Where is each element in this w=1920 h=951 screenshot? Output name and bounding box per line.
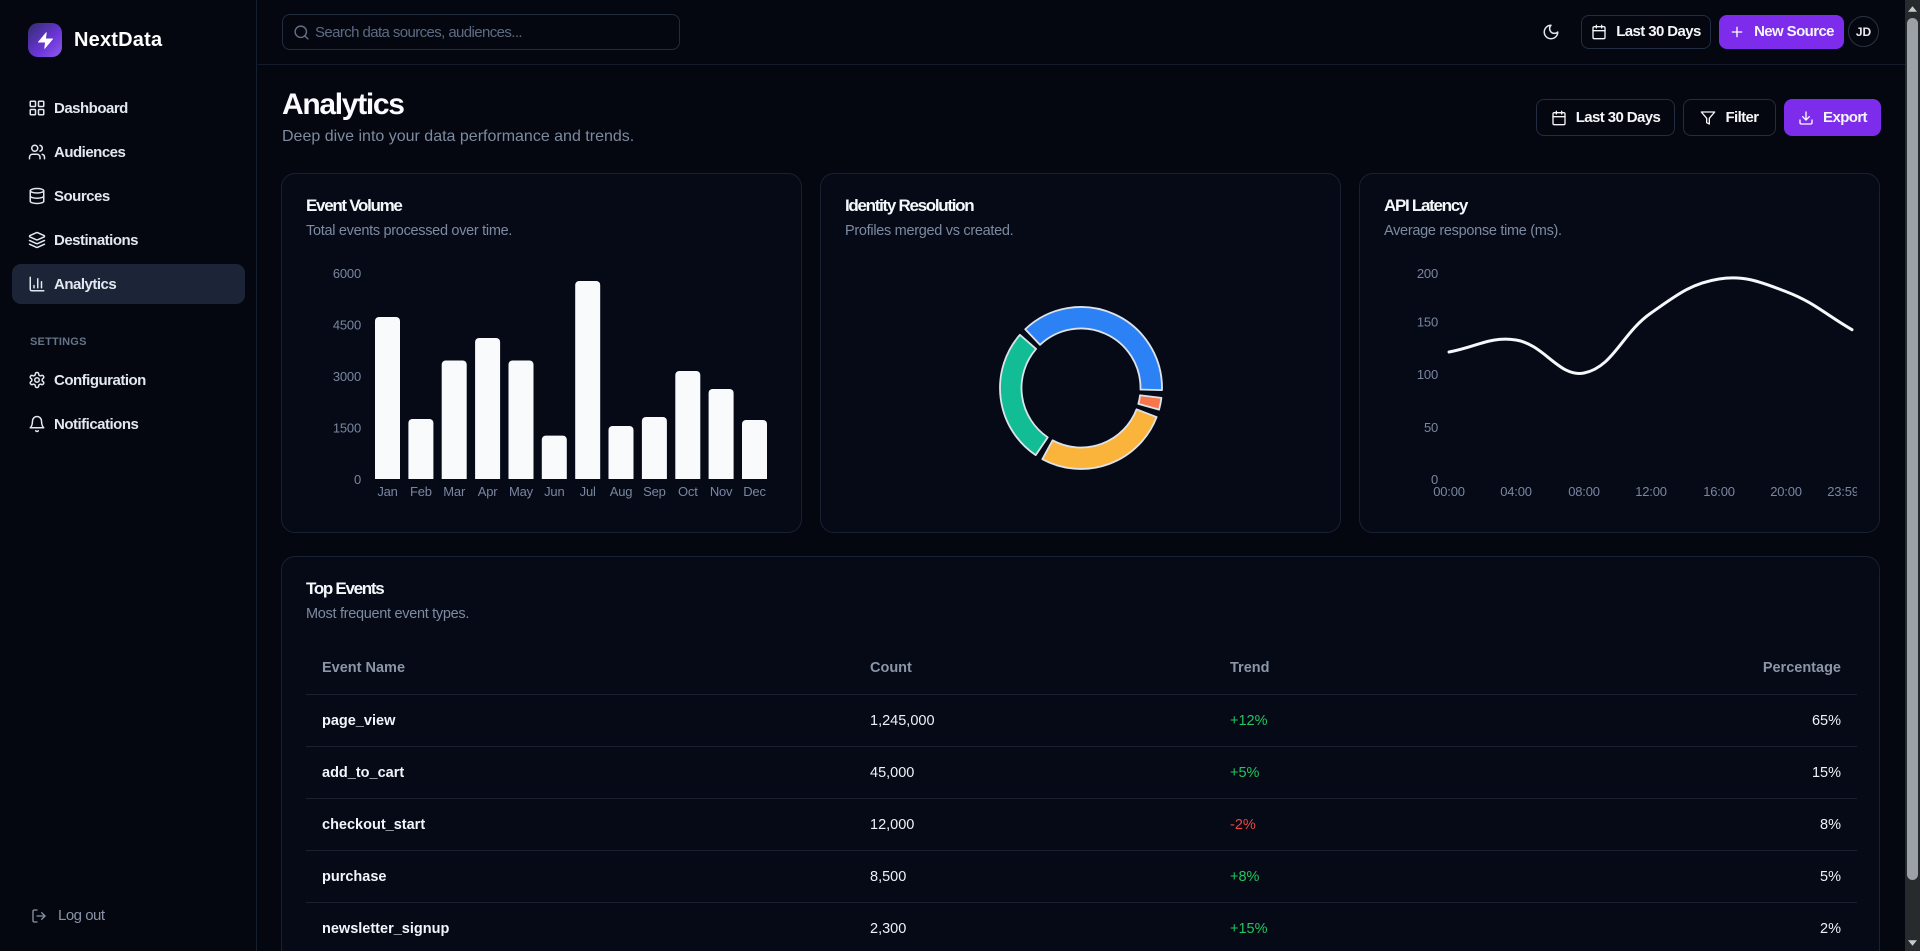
svg-text:20:00: 20:00 — [1770, 484, 1802, 499]
svg-text:150: 150 — [1417, 315, 1438, 330]
svg-text:Dec: Dec — [743, 484, 766, 499]
svg-text:0: 0 — [354, 472, 361, 487]
svg-text:Jan: Jan — [377, 484, 397, 499]
svg-text:Nov: Nov — [710, 484, 733, 499]
svg-text:12:00: 12:00 — [1635, 484, 1667, 499]
svg-text:Sep: Sep — [643, 484, 666, 499]
svg-text:Aug: Aug — [610, 484, 633, 499]
svg-text:50: 50 — [1424, 420, 1438, 435]
svg-text:1500: 1500 — [333, 421, 361, 436]
svg-text:00:00: 00:00 — [1433, 484, 1465, 499]
svg-text:200: 200 — [1417, 266, 1438, 281]
svg-text:Oct: Oct — [678, 484, 698, 499]
svg-text:100: 100 — [1417, 367, 1438, 382]
svg-text:6000: 6000 — [333, 266, 361, 281]
svg-text:Feb: Feb — [410, 484, 432, 499]
svg-text:08:00: 08:00 — [1568, 484, 1600, 499]
svg-text:Mar: Mar — [443, 484, 466, 499]
svg-text:3000: 3000 — [333, 369, 361, 384]
svg-text:16:00: 16:00 — [1703, 484, 1735, 499]
svg-text:Jun: Jun — [544, 484, 564, 499]
svg-text:May: May — [509, 484, 534, 499]
svg-text:04:00: 04:00 — [1500, 484, 1532, 499]
svg-text:Jul: Jul — [580, 484, 596, 499]
svg-text:23:59: 23:59 — [1827, 484, 1859, 499]
svg-text:Apr: Apr — [478, 484, 499, 499]
svg-text:4500: 4500 — [333, 318, 361, 333]
